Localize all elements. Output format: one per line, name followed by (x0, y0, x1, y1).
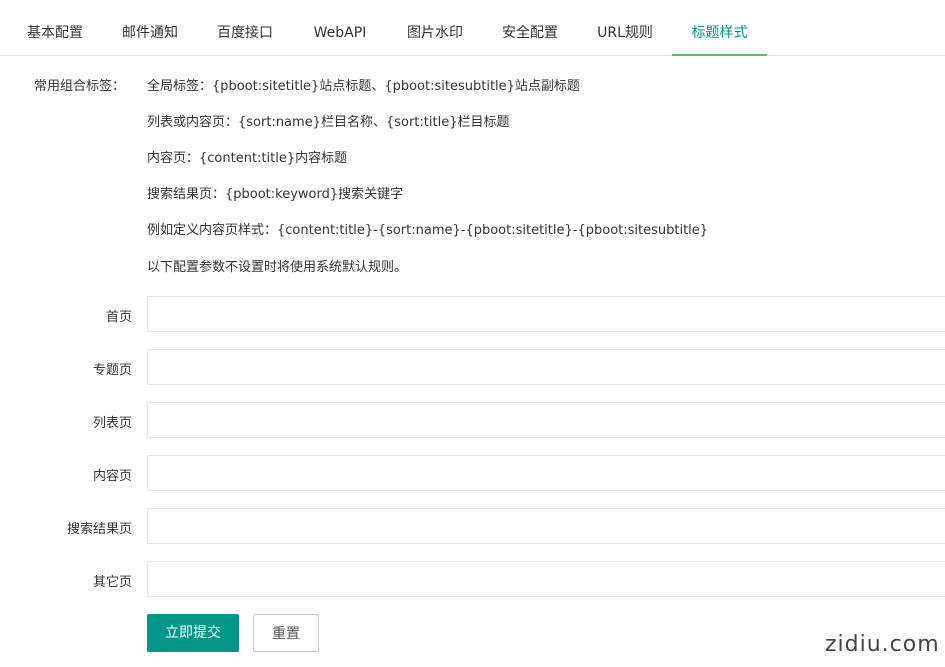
help-line-example: 例如定义内容页样式：{content:title}-{sort:name}-{p… (147, 223, 709, 238)
reset-button[interactable]: 重置 (253, 614, 319, 652)
tab-security-config[interactable]: 安全配置 (488, 14, 572, 54)
tab-webapi[interactable]: WebAPI (298, 14, 382, 54)
tab-basic-config[interactable]: 基本配置 (13, 14, 97, 54)
help-line-content: 内容页：{content:title}内容标题 (147, 151, 348, 166)
submit-button[interactable]: 立即提交 (147, 614, 239, 652)
home-title-input[interactable] (147, 296, 945, 332)
other-label: 其它页 (92, 575, 132, 590)
content-label: 内容页 (92, 469, 132, 484)
help-label: 常用组合标签： (34, 79, 126, 94)
tab-mail-notify[interactable]: 邮件通知 (108, 14, 192, 54)
search-label: 搜索结果页 (66, 522, 132, 537)
site-watermark: zidiu.com (825, 632, 940, 657)
tab-baidu-api[interactable]: 百度接口 (203, 14, 287, 54)
help-line-global: 全局标签：{pboot:sitetitle}站点标题、{pboot:sitesu… (147, 79, 580, 94)
content-title-input[interactable] (147, 455, 945, 491)
settings-tab-bar: 基本配置 邮件通知 百度接口 WebAPI 图片水印 安全配置 URL规则 标题… (0, 14, 945, 56)
tab-title-style[interactable]: 标题样式 (672, 14, 767, 56)
help-line-list: 列表或内容页：{sort:name}栏目名称、{sort:title}栏目标题 (147, 115, 510, 130)
special-title-input[interactable] (147, 349, 945, 385)
list-label: 列表页 (92, 416, 132, 431)
special-label: 专题页 (92, 363, 132, 378)
list-title-input[interactable] (147, 402, 945, 438)
tab-image-watermark[interactable]: 图片水印 (393, 14, 477, 54)
home-label: 首页 (105, 310, 132, 325)
help-line-default-note: 以下配置参数不设置时将使用系统默认规则。 (147, 260, 408, 275)
tab-url-rules[interactable]: URL规则 (583, 14, 667, 54)
other-title-input[interactable] (147, 561, 945, 597)
help-line-search: 搜索结果页：{pboot:keyword}搜索关键字 (147, 187, 404, 202)
search-title-input[interactable] (147, 508, 945, 544)
